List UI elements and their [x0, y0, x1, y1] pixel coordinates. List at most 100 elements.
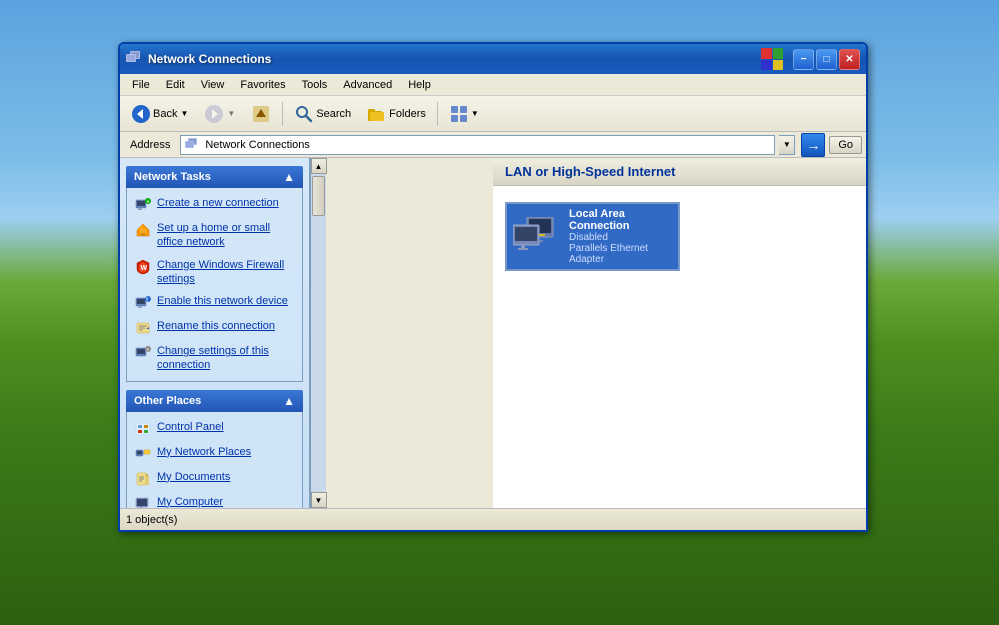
settings-icon [135, 345, 151, 361]
task-my-computer-label: My Computer [157, 495, 223, 508]
address-input[interactable] [205, 139, 770, 151]
menu-help[interactable]: Help [400, 77, 439, 93]
left-panel: Network Tasks ▲ [120, 158, 310, 508]
task-firewall-label: Change Windows Firewall settings [157, 258, 294, 287]
task-rename[interactable]: Rename this connection [133, 317, 296, 338]
task-my-documents-label: My Documents [157, 470, 230, 484]
left-panel-container: Network Tasks ▲ [120, 158, 493, 508]
close-button[interactable]: ✕ [839, 49, 860, 70]
menu-file[interactable]: File [124, 77, 158, 93]
network-connection-icon [513, 217, 561, 257]
address-icon [185, 138, 201, 152]
rename-icon [135, 320, 151, 336]
home-network-icon [135, 222, 151, 238]
task-control-panel-label: Control Panel [157, 420, 224, 434]
content-area: Network Tasks ▲ [120, 158, 866, 508]
network-tasks-header[interactable]: Network Tasks ▲ [126, 166, 303, 188]
status-bar: 1 object(s) [120, 508, 866, 530]
address-go-arrow[interactable]: → [801, 133, 825, 157]
other-places-body: Control Panel My Ne [126, 412, 303, 508]
window-controls: − □ ✕ [793, 49, 860, 70]
task-my-computer[interactable]: My Computer [133, 493, 296, 508]
task-control-panel[interactable]: Control Panel [133, 418, 296, 439]
minimize-button[interactable]: − [793, 49, 814, 70]
search-icon [294, 104, 314, 124]
task-change-settings-label: Change settings of this connection [157, 344, 294, 373]
local-area-connection-item[interactable]: Local Area Connection Disabled Parallels… [505, 202, 680, 271]
address-dropdown-button[interactable]: ▼ [779, 135, 795, 155]
task-enable-device-label: Enable this network device [157, 294, 288, 308]
task-home-network-label: Set up a home or small office network [157, 221, 294, 250]
toolbar-separator-2 [437, 102, 438, 126]
menu-advanced[interactable]: Advanced [335, 77, 400, 93]
toolbar-separator-1 [282, 102, 283, 126]
forward-dropdown-icon[interactable]: ▼ [227, 109, 235, 118]
window-title: Network Connections [148, 52, 755, 66]
views-dropdown-icon[interactable]: ▼ [471, 109, 479, 118]
menu-tools[interactable]: Tools [294, 77, 336, 93]
connection-name: Local Area Connection [569, 208, 672, 232]
maximize-button[interactable]: □ [816, 49, 837, 70]
task-create-connection-label: Create a new connection [157, 196, 279, 210]
task-home-network[interactable]: Set up a home or small office network [133, 219, 296, 252]
right-content: LAN or High-Speed Internet [493, 158, 866, 508]
search-label: Search [316, 108, 351, 120]
svg-text:+: + [147, 200, 150, 206]
scroll-up-button[interactable]: ▲ [311, 158, 327, 174]
my-documents-icon [135, 471, 151, 487]
address-input-wrap [180, 135, 775, 155]
address-label: Address [124, 139, 176, 151]
folders-icon [367, 104, 387, 124]
task-my-network-places-label: My Network Places [157, 445, 251, 459]
connection-status: Disabled [569, 232, 672, 243]
enable-icon: ! [135, 295, 151, 311]
network-connection-text: Local Area Connection Disabled Parallels… [569, 208, 672, 265]
back-button[interactable]: Back ▼ [124, 100, 195, 128]
views-button[interactable]: ▼ [442, 100, 486, 128]
control-panel-icon [135, 421, 151, 437]
task-create-connection[interactable]: + Create a new connection [133, 194, 296, 215]
task-firewall[interactable]: W Change Windows Firewall settings [133, 256, 296, 289]
other-places-header[interactable]: Other Places ▲ [126, 390, 303, 412]
svg-text:!: ! [146, 298, 148, 304]
back-dropdown-icon[interactable]: ▼ [180, 109, 188, 118]
folders-button[interactable]: Folders [360, 100, 433, 128]
task-change-settings[interactable]: Change settings of this connection [133, 342, 296, 375]
window-icon [126, 51, 142, 67]
my-network-places-icon [135, 446, 151, 462]
up-button[interactable] [244, 100, 278, 128]
my-computer-icon [135, 496, 151, 508]
menu-favorites[interactable]: Favorites [232, 77, 293, 93]
task-my-network-places[interactable]: My Network Places [133, 443, 296, 464]
network-tasks-title: Network Tasks [134, 171, 211, 183]
toolbar: Back ▼ ▼ [120, 96, 866, 132]
network-tasks-chevron: ▲ [283, 170, 295, 184]
task-enable-device[interactable]: ! Enable this network device [133, 292, 296, 313]
connection-adapter: Parallels Ethernet Adapter [569, 243, 672, 265]
scroll-thumb[interactable] [312, 176, 325, 216]
menu-edit[interactable]: Edit [158, 77, 193, 93]
views-icon [449, 104, 469, 124]
svg-text:W: W [141, 265, 148, 272]
forward-button[interactable]: ▼ [197, 100, 242, 128]
scroll-down-button[interactable]: ▼ [311, 492, 327, 508]
status-text: 1 object(s) [126, 514, 177, 526]
menu-view[interactable]: View [193, 77, 233, 93]
back-icon [131, 104, 151, 124]
left-panel-scrollbar: ▲ ▼ [310, 158, 326, 508]
new-connection-icon: + [135, 197, 151, 213]
other-places-chevron: ▲ [283, 394, 295, 408]
section-header: LAN or High-Speed Internet [493, 158, 866, 186]
network-tasks-section: Network Tasks ▲ [126, 166, 303, 382]
address-bar: Address ▼ → Go [120, 132, 866, 158]
address-go-button[interactable]: Go [829, 136, 862, 154]
other-places-title: Other Places [134, 395, 201, 407]
folders-label: Folders [389, 108, 426, 120]
network-tasks-body: + Create a new connection [126, 188, 303, 382]
other-places-section: Other Places ▲ [126, 390, 303, 508]
search-button[interactable]: Search [287, 100, 358, 128]
menu-bar: File Edit View Favorites Tools Advanced … [120, 74, 866, 96]
task-my-documents[interactable]: My Documents [133, 468, 296, 489]
section-content: Local Area Connection Disabled Parallels… [493, 186, 866, 287]
firewall-icon: W [135, 259, 151, 275]
